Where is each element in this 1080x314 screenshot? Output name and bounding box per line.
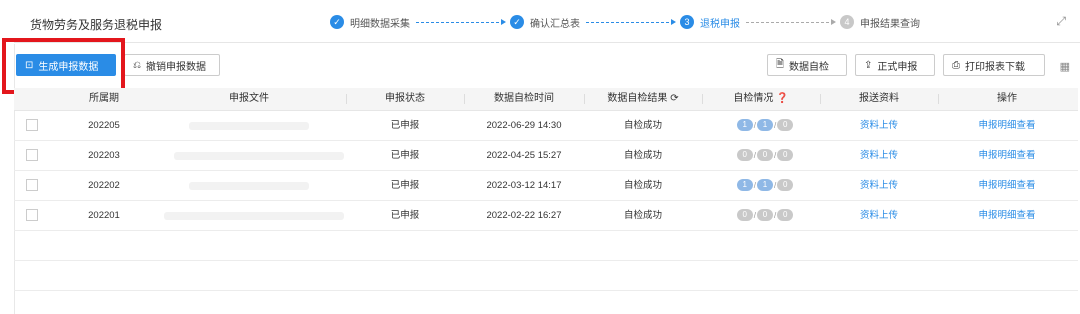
highlight-box [2,38,125,94]
fullscreen-icon[interactable]: ⤢ [1056,14,1066,29]
column-header: 申报文件 [229,93,269,104]
column-settings-icon[interactable]: ▦ [1060,60,1070,73]
check-counts: 1/ 1/ 0 [730,118,800,132]
page-header: 货物劳务及服务退税申报 ✓ 明细数据采集 ✓ 确认汇总表 3 退税申报 4 申报… [0,0,1080,42]
step-1[interactable]: ✓ 明细数据采集 [330,15,410,30]
step-3[interactable]: 3 退税申报 [680,15,740,30]
step-label: 退税申报 [700,18,740,30]
column-header: 自检情况 ❓ [702,88,820,110]
step-arrow [416,19,506,25]
empty-row [14,261,1078,291]
column-header: 所属期 [89,93,119,104]
page-title: 货物劳务及服务退税申报 [30,18,163,32]
step-2[interactable]: ✓ 确认汇总表 [510,15,580,30]
print-download-button[interactable]: ⎙ 打印报表下载 [943,54,1045,76]
revoke-declaration-button[interactable]: ⎌ 撤销申报数据 [124,54,220,76]
table-header: 所属期 申报文件 申报状态 数据自检时间 数据自检结果 ⟳ 自检情况 ❓ 报送资… [14,88,1078,111]
row-checkbox[interactable] [26,209,38,221]
column-header: 操作 [938,88,1076,110]
upload-material-link[interactable]: 资料上传 [820,171,938,200]
column-header: 报送资料 [820,88,938,110]
formal-declare-button[interactable]: ⇪ 正式申报 [855,54,935,76]
check-icon: ✓ [330,15,344,29]
check-counts: 1/ 1/ 0 [730,178,800,192]
redacted-filename [174,152,344,160]
step-label: 明细数据采集 [350,18,410,30]
print-icon: ⎙ [952,59,960,71]
view-detail-link[interactable]: 申报明细查看 [938,141,1076,170]
refresh-icon[interactable]: ⟳ [670,93,678,104]
table-row: 202201 已申报 2022-02-22 16:27 自检成功 0/ 0/ 0… [14,201,1078,231]
undo-icon: ⎌ [133,59,141,71]
toolbar: ⊡ 生成申报数据 ⎌ 撤销申报数据 🗎 数据自检 ⇪ 正式申报 ⎙ 打印报表下载 [0,44,1080,84]
row-checkbox[interactable] [26,179,38,191]
step-arrow [746,19,836,25]
column-header: 申报状态 [346,88,464,110]
step-4[interactable]: 4 申报结果查询 [840,15,920,30]
redacted-filename [164,212,344,220]
check-counts: 0/ 0/ 0 [730,208,800,222]
redacted-filename [189,182,309,190]
document-icon: 🗎 [776,58,785,70]
step-label: 确认汇总表 [530,18,580,30]
upload-icon: ⇪ [864,59,873,71]
check-counts: 0/ 0/ 0 [730,148,800,162]
view-detail-link[interactable]: 申报明细查看 [938,171,1076,200]
empty-row [14,231,1078,261]
view-detail-link[interactable]: 申报明细查看 [938,111,1076,140]
upload-material-link[interactable]: 资料上传 [820,111,938,140]
column-header: 数据自检结果 ⟳ [584,88,702,110]
upload-material-link[interactable]: 资料上传 [820,201,938,230]
self-check-button[interactable]: 🗎 数据自检 [767,54,847,76]
step-number: 3 [680,15,694,29]
row-checkbox[interactable] [26,119,38,131]
divider [14,42,1080,43]
step-label: 申报结果查询 [860,18,920,30]
help-icon[interactable]: ❓ [776,93,788,104]
redacted-filename [189,122,309,130]
check-icon: ✓ [510,15,524,29]
progress-steps: ✓ 明细数据采集 ✓ 确认汇总表 3 退税申报 4 申报结果查询 [330,14,920,30]
table-row: 202203 已申报 2022-04-25 15:27 自检成功 0/ 0/ 0… [14,141,1078,171]
upload-material-link[interactable]: 资料上传 [820,141,938,170]
step-number: 4 [840,15,854,29]
table-row: 202205 已申报 2022-06-29 14:30 自检成功 1/ 1/ 0… [14,111,1078,141]
step-arrow [586,19,676,25]
table-row: 202202 已申报 2022-03-12 14:17 自检成功 1/ 1/ 0… [14,171,1078,201]
view-detail-link[interactable]: 申报明细查看 [938,201,1076,230]
row-checkbox[interactable] [26,149,38,161]
column-header: 数据自检时间 [464,88,584,110]
